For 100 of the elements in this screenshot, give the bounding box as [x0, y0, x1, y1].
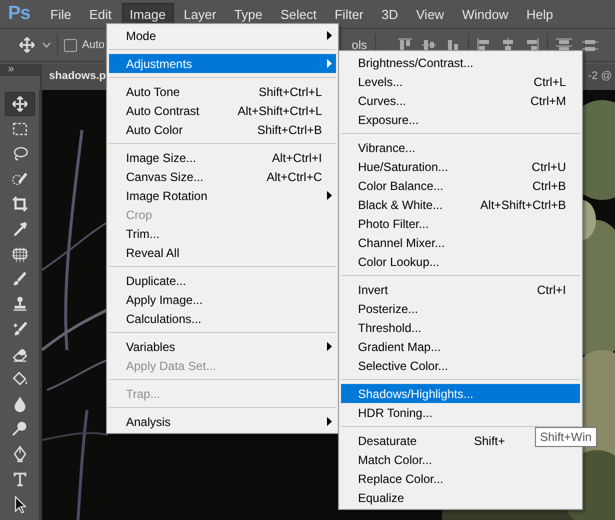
menu-item[interactable]: Help	[518, 2, 562, 26]
menu-item-label: Posterize...	[358, 302, 420, 316]
menu-item[interactable]: Equalize	[341, 488, 580, 507]
menu-item[interactable]: Filter	[326, 2, 372, 26]
tab-title: -2 @	[588, 70, 613, 84]
menu-item[interactable]: Analysis	[109, 412, 336, 431]
menu-item[interactable]: Channel Mixer...	[341, 233, 580, 252]
menu-item[interactable]: Levels... Ctrl+L	[341, 72, 580, 91]
menu-item[interactable]: Exposure...	[341, 110, 580, 129]
tab-title: shadows.p	[49, 70, 106, 84]
shortcut-label: Ctrl+L	[532, 74, 566, 88]
menu-item[interactable]: Trim...	[109, 224, 336, 243]
menu-item[interactable]: Auto Color Shift+Ctrl+B	[109, 120, 336, 139]
tooltip-text: Shift+Win	[540, 430, 592, 444]
shortcut-label: Shift+Ctrl+B	[256, 122, 322, 136]
align-top-icon[interactable]	[398, 38, 412, 52]
menu-item-label: Adjustments	[126, 56, 194, 70]
marquee-icon	[10, 120, 28, 138]
menu-item-label: Apply Image...	[126, 292, 204, 306]
menu-item[interactable]: Layer	[176, 2, 224, 26]
panel-toggle[interactable]: »	[0, 64, 40, 76]
menu-item[interactable]: Gradient Map...	[341, 337, 580, 356]
menu-item[interactable]: Auto Tone Shift+Ctrl+L	[109, 82, 336, 101]
menu-item[interactable]: Auto Contrast Alt+Shift+Ctrl+L	[109, 101, 336, 120]
menu-item[interactable]: Reveal All	[109, 243, 336, 262]
menu-item[interactable]: Calculations...	[109, 309, 336, 328]
brush-icon	[10, 270, 28, 288]
menu-item-label: Variables	[126, 340, 176, 354]
move-icon[interactable]	[18, 36, 36, 54]
distribute-middle-icon[interactable]	[582, 38, 598, 52]
menu-item[interactable]: Type	[226, 2, 270, 26]
menu-item-label: Apply Data Set...	[126, 358, 218, 372]
menu-item-label: Brightness/Contrast...	[358, 56, 474, 70]
menu-item[interactable]: Invert Ctrl+I	[341, 280, 580, 299]
menu-item[interactable]: Edit	[81, 2, 120, 26]
shortcut-label: Ctrl+M	[529, 94, 566, 108]
checkbox-label: Auto	[82, 39, 105, 51]
type-icon	[10, 470, 28, 488]
menu-item[interactable]: Image Rotation	[109, 186, 336, 205]
menu-item[interactable]: Hue/Saturation... Ctrl+U	[341, 157, 580, 176]
distribute-top-icon[interactable]	[556, 38, 572, 52]
option-label: ols	[352, 38, 367, 52]
align-left-icon[interactable]	[476, 38, 491, 52]
menu-item[interactable]: Shadows/Highlights...	[341, 384, 580, 403]
menu-item[interactable]: 3D	[374, 2, 406, 26]
menu-item[interactable]: Duplicate...	[109, 271, 336, 290]
menu-item-label: Photo Filter...	[358, 216, 430, 230]
align-center-icon[interactable]	[500, 38, 515, 52]
menu-item-label: Shadows/Highlights...	[358, 386, 474, 400]
menu-item-label: Color Lookup...	[358, 254, 440, 268]
menu-item[interactable]: HDR Toning...	[341, 403, 580, 422]
menu-item[interactable]: Color Balance... Ctrl+B	[341, 176, 580, 195]
menu-item-label: Reveal All	[126, 246, 180, 260]
menu-item[interactable]: Apply Image...	[109, 290, 336, 309]
menu-item[interactable]: Black & White... Alt+Shift+Ctrl+B	[341, 195, 580, 214]
menu-item-label: Analysis	[126, 414, 172, 428]
menu-item-label: Gradient Map...	[358, 340, 442, 354]
menu-item[interactable]: Window	[454, 2, 516, 26]
menu-item[interactable]: Image	[122, 2, 174, 26]
menu-item[interactable]: Selective Color...	[341, 356, 580, 375]
menu-item[interactable]: Canvas Size... Alt+Ctrl+C	[109, 167, 336, 186]
menu-item-label: Image Size...	[126, 150, 198, 164]
dodge-icon	[10, 420, 28, 438]
menu-item-label: Color Balance...	[358, 178, 444, 192]
menu-item[interactable]: Color Lookup...	[341, 252, 580, 271]
menu-item[interactable]: Select	[272, 2, 325, 26]
crop-icon	[10, 195, 28, 213]
menu-item-label: Trap...	[126, 386, 162, 400]
align-right-icon[interactable]	[524, 38, 539, 52]
menu-item[interactable]: View	[408, 2, 452, 26]
shortcut-label: Ctrl+U	[530, 160, 566, 174]
menu-item[interactable]: Mode	[109, 26, 336, 45]
menu-item-label: Levels...	[358, 74, 404, 88]
menu-item-label: HDR Toning...	[358, 406, 434, 420]
caret-icon[interactable]	[42, 42, 51, 48]
quick-select-icon	[10, 170, 28, 188]
stamp-icon	[10, 295, 28, 313]
menu-item-label: Match Color...	[358, 452, 434, 466]
menu-item-label: Equalize	[358, 490, 406, 504]
paint-bucket-icon	[10, 370, 28, 388]
menu-item-label: Hue/Saturation...	[358, 160, 450, 174]
menu-item[interactable]: Image Size... Alt+Ctrl+I	[109, 148, 336, 167]
menu-item[interactable]: Vibrance...	[341, 138, 580, 157]
checkbox[interactable]	[64, 38, 77, 52]
menu-item[interactable]: File	[42, 2, 80, 26]
menu-item[interactable]: Threshold...	[341, 318, 580, 337]
menu-item[interactable]: Brightness/Contrast...	[341, 53, 580, 72]
menu-item-label: Auto Tone	[126, 84, 181, 98]
menu-item-label: Trim...	[126, 226, 161, 240]
align-middle-icon[interactable]	[422, 38, 436, 52]
menu-item[interactable]: Curves... Ctrl+M	[341, 91, 580, 110]
menu-item[interactable]: Variables	[109, 337, 336, 356]
menu-item[interactable]: Replace Color...	[341, 469, 580, 488]
menu-item[interactable]: Photo Filter...	[341, 214, 580, 233]
menu-item[interactable]: Adjustments	[109, 54, 336, 73]
tool-button[interactable]	[4, 92, 34, 116]
menu-item-label: Duplicate...	[126, 274, 188, 288]
menu-item-label: Crop	[126, 208, 154, 222]
menu-item[interactable]: Match Color...	[341, 450, 580, 469]
menu-item[interactable]: Posterize...	[341, 299, 580, 318]
